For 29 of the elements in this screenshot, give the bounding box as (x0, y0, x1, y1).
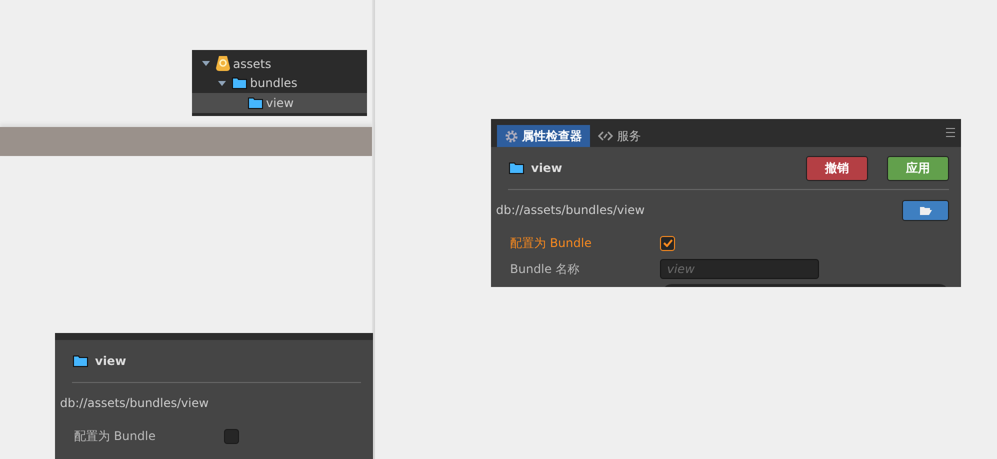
tree-item[interactable]: assets (192, 54, 367, 74)
link-icon (598, 131, 613, 141)
folder-icon (73, 355, 88, 367)
revert-button[interactable]: 撤销 (806, 156, 868, 180)
asset-name: view (531, 161, 564, 175)
asset-path: db://assets/bundles/view (60, 396, 209, 410)
bundle-name-field[interactable]: view (660, 259, 819, 279)
asset-path: db://assets/bundles/view (496, 203, 645, 217)
database-icon (216, 56, 230, 72)
folder-icon (232, 77, 247, 90)
property-label: 配置为 Bundle (510, 234, 593, 252)
tree-item[interactable]: view (192, 93, 367, 112)
property-label: 配置为 Bundle (74, 428, 157, 444)
caret-icon[interactable] (202, 61, 210, 66)
panel-tab[interactable]: 属性检查器 (497, 125, 590, 147)
menu-icon[interactable] (946, 128, 955, 137)
tree-item[interactable]: bundles (192, 74, 367, 93)
folder-open-icon (920, 206, 932, 214)
asset-name: view (95, 354, 128, 368)
bundle-checkbox[interactable] (660, 236, 675, 250)
bundle-checkbox[interactable] (224, 428, 239, 444)
folder-icon (509, 162, 524, 174)
open-folder-button[interactable] (902, 200, 949, 220)
property-label: Bundle 名称 (510, 260, 581, 278)
checkmark-icon (662, 239, 672, 247)
caret-icon[interactable] (218, 80, 226, 86)
folder-icon (248, 96, 263, 109)
gear-icon (505, 130, 518, 142)
panel-tab[interactable]: 服务 (590, 125, 649, 147)
